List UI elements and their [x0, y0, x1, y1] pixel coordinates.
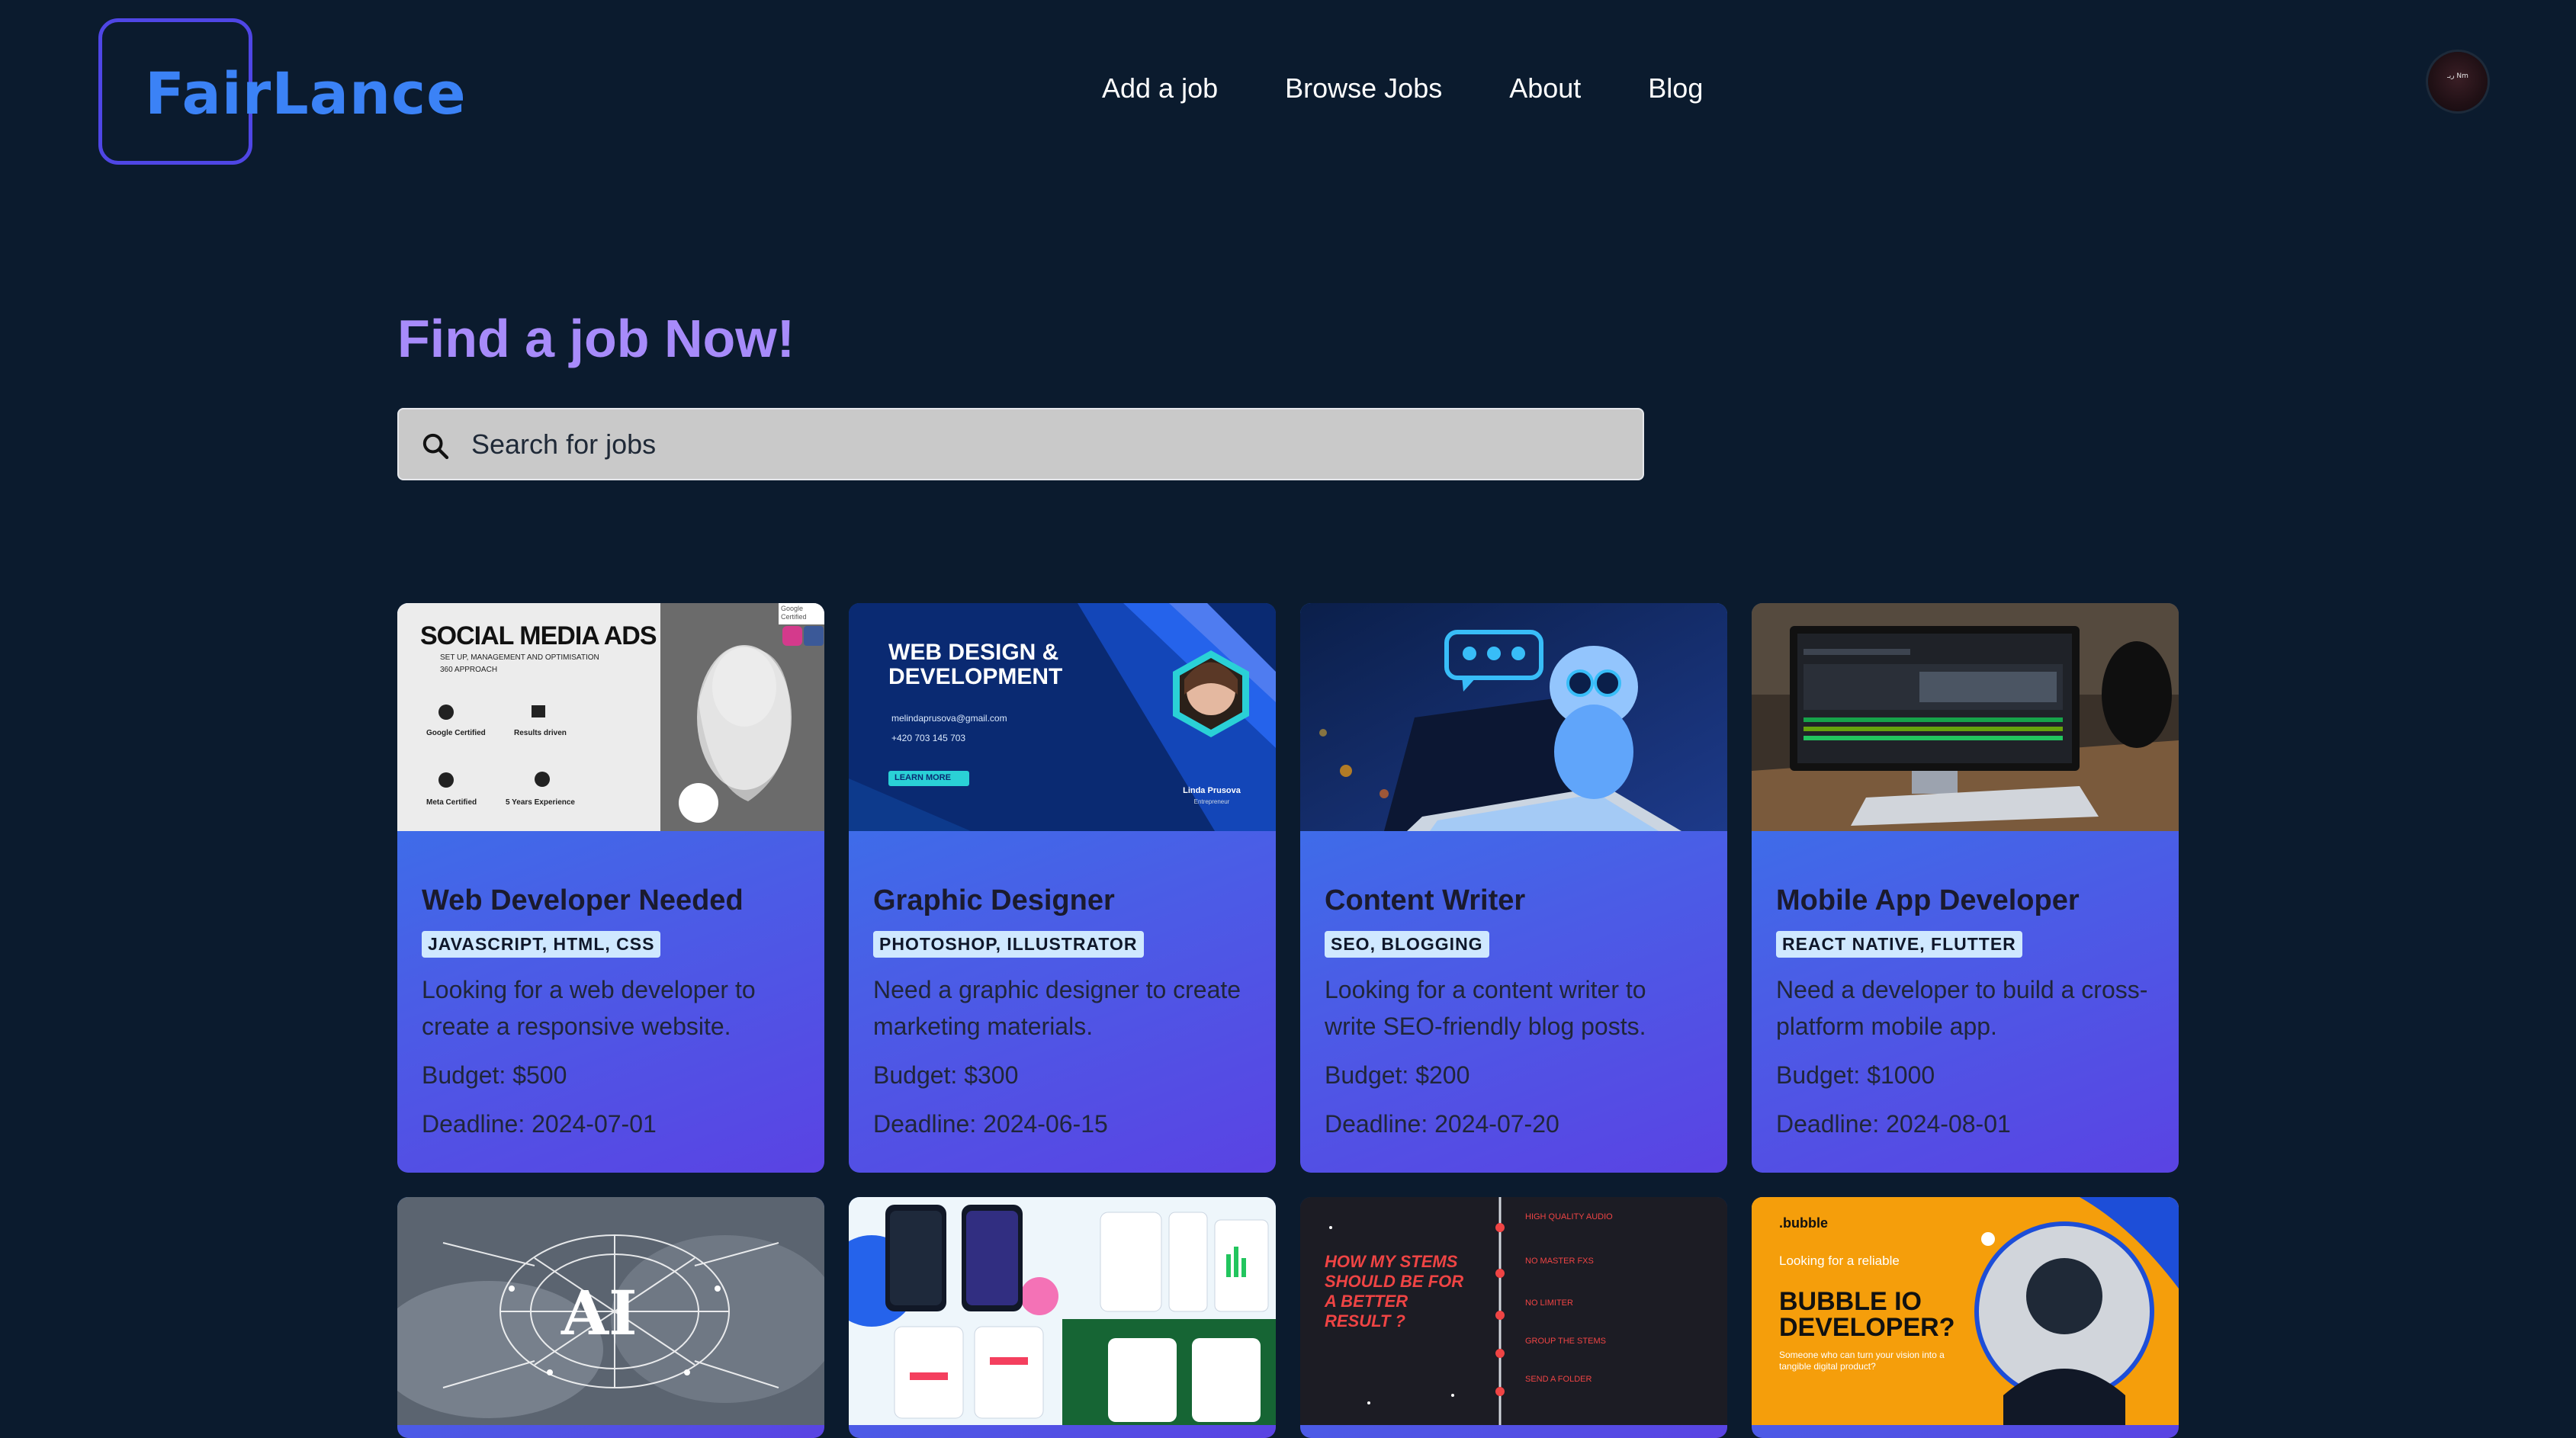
thumb-email: melindaprusova@gmail.com: [891, 713, 1007, 724]
thumb-sub: Looking for a reliable: [1779, 1253, 1900, 1268]
thumb-phone: +420 703 145 703: [891, 733, 966, 743]
job-description: Looking for a content writer to write SE…: [1325, 976, 1646, 1040]
job-deadline: Deadline: 2024-07-20: [1325, 1110, 1559, 1138]
job-deadline: Deadline: 2024-07-01: [422, 1110, 657, 1138]
page: FairLance Add a job Browse Jobs About Bl…: [0, 0, 2576, 1438]
thumb-heading: SOCIAL MEDIA ADS: [420, 621, 657, 650]
skill-tags: SEO, BLOGGING: [1325, 931, 1489, 958]
page-title: Find a job Now!: [397, 309, 795, 368]
thumb-tagline: Someone who can turn your vision into a …: [1779, 1350, 1945, 1372]
thumb-badge: Results driven: [514, 729, 567, 737]
thumb-heading-line1: WEB DESIGN &: [888, 640, 1059, 665]
job-card[interactable]: Content Writer SEO, BLOGGING Looking for…: [1300, 603, 1727, 1173]
job-card[interactable]: .bubble Looking for a reliable BUBBLE IO…: [1752, 1197, 2179, 1438]
thumb-item: NO LIMITER: [1525, 1298, 1573, 1308]
thumb-name: Linda Prusova: [1183, 786, 1241, 795]
nav-add-job[interactable]: Add a job: [1102, 70, 1218, 107]
thumb-item: NO MASTER FXS: [1525, 1257, 1594, 1266]
thumb-corner-label: Google Certified: [781, 605, 807, 621]
job-title: Mobile App Developer: [1776, 884, 2080, 916]
job-thumbnail: [1752, 603, 2179, 831]
job-thumbnail: HOW MY STEMS SHOULD BE FOR A BETTER RESU…: [1300, 1197, 1727, 1425]
job-title: Graphic Designer: [873, 884, 1115, 916]
job-thumbnail: .bubble Looking for a reliable BUBBLE IO…: [1752, 1197, 2179, 1425]
job-card[interactable]: AI: [397, 1197, 824, 1438]
job-deadline: Deadline: 2024-08-01: [1776, 1110, 2011, 1138]
thumb-brand: .bubble: [1779, 1215, 1828, 1231]
thumb-bullet: SET UP, MANAGEMENT AND OPTIMISATION: [440, 653, 599, 662]
thumb-item: HIGH QUALITY AUDIO: [1525, 1212, 1613, 1221]
skill-tags: JAVASCRIPT, HTML, CSS: [422, 931, 661, 958]
job-budget: Budget: $1000: [1776, 1061, 1935, 1089]
nav-browse-jobs[interactable]: Browse Jobs: [1285, 70, 1442, 107]
search-bar[interactable]: [397, 408, 1644, 480]
job-thumbnail: [1300, 603, 1727, 831]
nav-about[interactable]: About: [1509, 70, 1581, 107]
job-card[interactable]: SOCIAL MEDIA ADS SET UP, MANAGEMENT AND …: [397, 603, 824, 1173]
thumb-item: SEND A FOLDER: [1525, 1375, 1592, 1384]
logo[interactable]: FairLance: [145, 59, 467, 127]
job-card[interactable]: [849, 1197, 1276, 1438]
thumb-headline: HOW MY STEMS SHOULD BE FOR A BETTER RESU…: [1325, 1252, 1464, 1330]
skill-tags: REACT NATIVE, FLUTTER: [1776, 931, 2022, 958]
job-title: Content Writer: [1325, 884, 1526, 916]
avatar-label: ربـ Nm: [2447, 72, 2468, 80]
thumb-badge: Meta Certified: [426, 798, 477, 807]
thumb-item: GROUP THE STEMS: [1525, 1337, 1606, 1346]
search-icon: [422, 433, 449, 460]
main-nav: Add a job Browse Jobs About Blog: [1102, 70, 1770, 107]
skill-tags: PHOTOSHOP, ILLUSTRATOR: [873, 931, 1144, 958]
thumb-heading-line2: DEVELOPMENT: [888, 664, 1063, 689]
user-avatar[interactable]: ربـ Nm: [2428, 52, 2488, 111]
job-description: Need a graphic designer to create market…: [873, 976, 1241, 1040]
thumb-button: LEARN MORE: [895, 773, 951, 782]
job-thumbnail: [849, 1197, 1276, 1425]
thumb-badge: 5 Years Experience: [506, 798, 575, 807]
job-thumbnail: WEB DESIGN & DEVELOPMENT melindaprusova@…: [849, 603, 1276, 831]
job-card[interactable]: HOW MY STEMS SHOULD BE FOR A BETTER RESU…: [1300, 1197, 1727, 1438]
job-deadline: Deadline: 2024-06-15: [873, 1110, 1108, 1138]
thumb-badge: Google Certified: [426, 729, 486, 737]
job-budget: Budget: $200: [1325, 1061, 1470, 1089]
thumb-role: Entrepreneur: [1193, 798, 1230, 805]
thumb-headline-2: DEVELOPER?: [1779, 1313, 1955, 1342]
job-card[interactable]: Mobile App Developer REACT NATIVE, FLUTT…: [1752, 603, 2179, 1173]
job-card[interactable]: WEB DESIGN & DEVELOPMENT melindaprusova@…: [849, 603, 1276, 1173]
thumb-ai-text: AI: [561, 1277, 638, 1349]
search-input[interactable]: [471, 409, 1615, 479]
job-budget: Budget: $500: [422, 1061, 567, 1089]
job-description: Need a developer to build a cross-platfo…: [1776, 976, 2148, 1040]
job-budget: Budget: $300: [873, 1061, 1019, 1089]
thumb-bullet: 360 APPROACH: [440, 666, 498, 674]
job-thumbnail: SOCIAL MEDIA ADS SET UP, MANAGEMENT AND …: [397, 603, 824, 831]
nav-blog[interactable]: Blog: [1648, 70, 1703, 107]
job-thumbnail: AI: [397, 1197, 824, 1425]
job-title: Web Developer Needed: [422, 884, 744, 916]
job-description: Looking for a web developer to create a …: [422, 976, 756, 1040]
